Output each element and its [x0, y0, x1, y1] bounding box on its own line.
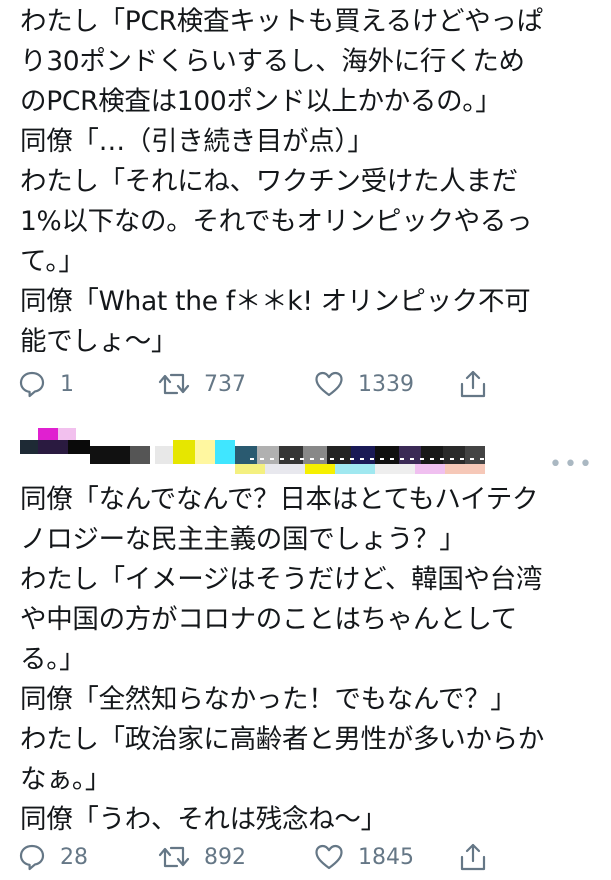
tweet-line: 同僚「全然知らなかった！でもなんで？」: [20, 684, 517, 715]
reply-button[interactable]: 1: [18, 369, 74, 399]
redaction-pixel: [335, 464, 375, 474]
tweet-line: る。」: [20, 644, 86, 675]
share-icon: [458, 843, 488, 871]
retweet-icon: [158, 843, 190, 871]
redaction-pixel: [351, 446, 375, 464]
redaction-pixel: [443, 446, 465, 464]
reply-count: 1: [60, 371, 74, 397]
redaction-pixel: [235, 464, 265, 474]
redaction-pixel: [58, 428, 76, 440]
reply-button[interactable]: 28: [18, 842, 88, 872]
redaction-pixel: [327, 446, 351, 464]
tweet-line: のPCR検査は100ポンド以上かかるの。」: [20, 86, 502, 117]
redaction-pixel: [257, 446, 279, 464]
redaction-pixel: [20, 440, 38, 454]
like-count: 1339: [358, 371, 414, 397]
tweet-line: り30ポンドくらいするし、海外に行くため: [20, 46, 525, 77]
like-count: 1845: [358, 844, 414, 870]
redaction-pixel: [279, 446, 303, 464]
redaction-pixel: [155, 446, 173, 464]
retweet-icon: [158, 370, 190, 398]
reply-icon: [18, 370, 46, 398]
share-icon: [458, 370, 488, 398]
heart-icon: [314, 370, 344, 398]
redaction-pixel: [215, 440, 235, 464]
redaction-pixel: [235, 446, 257, 464]
redaction-pixel: [130, 446, 150, 464]
tweet-1-text: わたし「PCR検査キットも買えるけどやっぱ り30ポンドくらいするし、海外に行く…: [20, 2, 600, 362]
redaction-pixel: [445, 464, 485, 474]
tweet-2-header-redacted: [20, 428, 485, 480]
redaction-pixel: [38, 440, 68, 454]
redaction-pixel: [68, 440, 90, 454]
redaction-pixel: [90, 446, 130, 464]
redaction-pixel: [465, 446, 485, 464]
reply-count: 28: [60, 844, 88, 870]
retweet-count: 892: [204, 844, 246, 870]
tweet-line: 同僚「…（引き続き目が点）」: [20, 126, 374, 157]
tweet-2-actions: 28 892 1845: [18, 842, 578, 872]
tweet-line: 同僚「What the f＊＊k! オリンピック不可: [20, 286, 531, 317]
redaction-pixel: [173, 440, 195, 464]
more-icon[interactable]: •••: [549, 452, 594, 477]
redaction-pixel: [375, 446, 399, 464]
retweet-count: 737: [204, 371, 246, 397]
redaction-pixel: [38, 428, 58, 440]
tweet-line: や中国の方がコロナのことはちゃんとして: [20, 604, 518, 635]
redaction-pixel: [305, 464, 335, 474]
redaction-pixel: [415, 464, 445, 474]
tweet-line: わたし「それにね、ワクチン受けた人まだ: [20, 166, 518, 197]
tweet-2-text: 同僚「なんでなんで？日本はとてもハイテク ノロジーな民主主義の国でしょう？」 わ…: [20, 480, 600, 840]
tweet-line: 1%以下なの。それでもオリンピックやるっ: [20, 206, 533, 237]
tweet-1-actions: 1 737 1339: [18, 369, 578, 399]
heart-icon: [314, 843, 344, 871]
redaction-pixel: [195, 440, 215, 464]
retweet-button[interactable]: 892: [158, 842, 246, 872]
like-button[interactable]: 1845: [314, 842, 414, 872]
retweet-button[interactable]: 737: [158, 369, 246, 399]
share-button[interactable]: [458, 369, 488, 399]
redaction-pixel: [421, 446, 443, 464]
redaction-pixel: [375, 464, 415, 474]
redaction-pixel: [265, 464, 305, 474]
redaction-pixel: [303, 446, 327, 464]
tweet-line: 同僚「なんでなんで？日本はとてもハイテク: [20, 484, 539, 515]
tweet-line: 同僚「うわ、それは残念ね〜」: [20, 804, 387, 835]
tweet-line: ノロジーな民主主義の国でしょう？」: [20, 524, 466, 555]
tweet-line: 能でしょ〜」: [20, 326, 178, 357]
tweet-line: わたし「イメージはそうだけど、韓国や台湾: [20, 564, 543, 595]
tweet-line: わたし「PCR検査キットも買えるけどやっぱ: [20, 6, 543, 37]
share-button[interactable]: [458, 842, 488, 872]
redaction-pixel: [250, 458, 485, 460]
tweet-line: わたし「政治家に高齢者と男性が多いからか: [20, 724, 544, 755]
like-button[interactable]: 1339: [314, 369, 414, 399]
tweet-line: なぁ。」: [20, 764, 112, 795]
redaction-pixel: [399, 446, 421, 464]
reply-icon: [18, 843, 46, 871]
tweet-line: て。」: [20, 246, 85, 277]
